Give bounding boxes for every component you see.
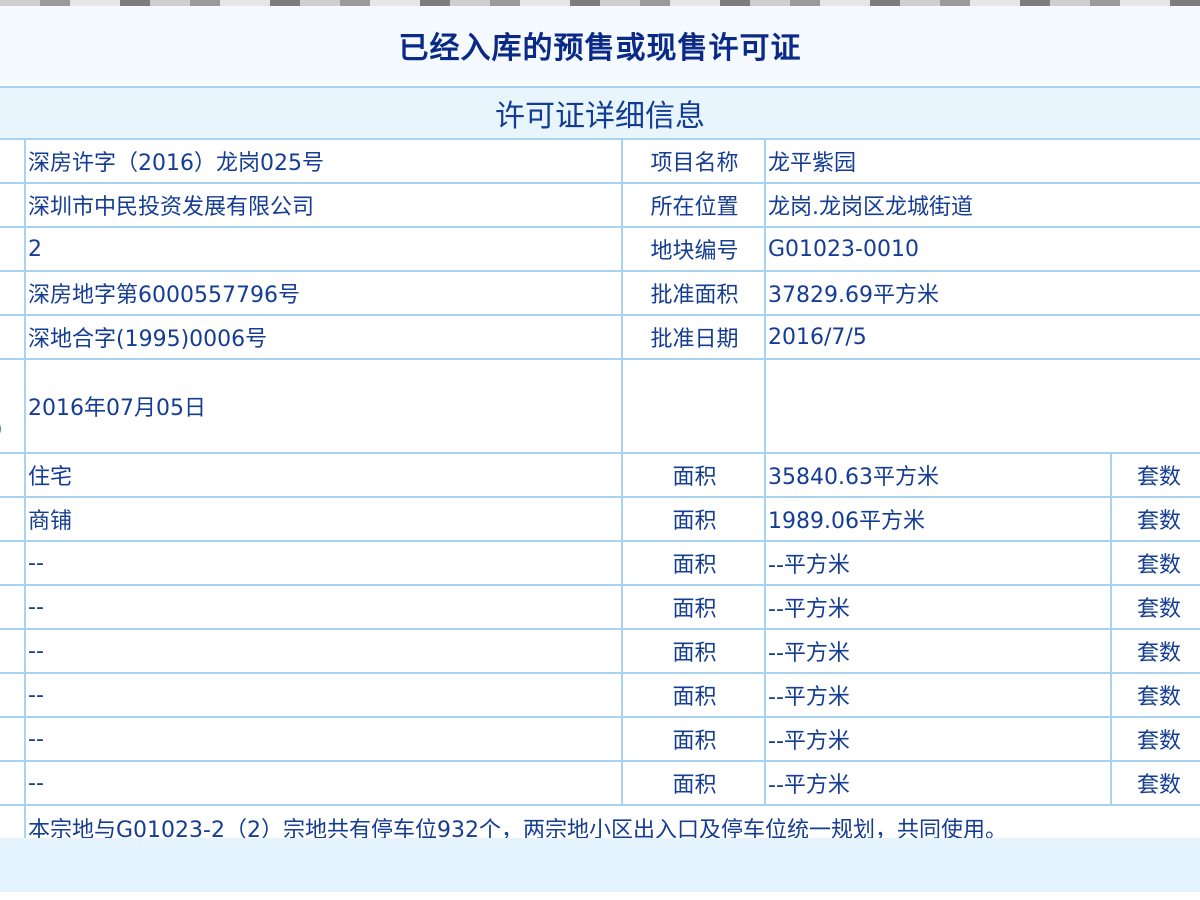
area-value: --平方米 <box>764 672 1112 718</box>
permit-number-value: 深房许字（2016）龙岗025号 <box>24 138 623 184</box>
usage-type: -- <box>24 716 623 762</box>
parcel-number-value: G01023-0010 <box>763 226 1200 272</box>
approved-area-value: 37829.69平方米 <box>763 270 1200 316</box>
area-value: --平方米 <box>764 628 1112 674</box>
section-title: 许可证详细信息 <box>0 86 1200 140</box>
row-label-cell <box>0 496 26 542</box>
building-count-value: 2 <box>24 226 623 272</box>
table-row: 深房许字（2016）龙岗025号 项目名称 龙平紫园 <box>0 138 1200 184</box>
table-row: 2 地块编号 G01023-0010 <box>0 226 1200 272</box>
approval-date-value: 2016/7/5 <box>763 314 1200 360</box>
usage-type: -- <box>24 628 623 674</box>
row-label-cell <box>0 452 26 498</box>
units-label: 套数 <box>1109 628 1200 674</box>
area-label: 面积 <box>621 540 766 586</box>
area-label: 面积 <box>621 716 766 762</box>
permit-detail-table: 深房许字（2016）龙岗025号 项目名称 龙平紫园 深圳市中民投资发展有限公司… <box>0 138 1200 852</box>
empty-cell <box>763 358 1200 454</box>
row-label-cell: ) <box>0 358 26 454</box>
usage-row: 商铺 面积 1989.06平方米 套数 <box>0 496 1200 542</box>
area-value: --平方米 <box>764 584 1112 630</box>
location-label: 所在位置 <box>621 182 766 228</box>
usage-row: -- 面积 --平方米 套数 <box>0 584 1200 630</box>
row-label-cell <box>0 270 26 316</box>
area-label: 面积 <box>621 496 766 542</box>
units-label: 套数 <box>1109 760 1200 806</box>
units-label: 套数 <box>1109 672 1200 718</box>
table-row: 深房地字第6000557796号 批准面积 37829.69平方米 <box>0 270 1200 316</box>
usage-type: -- <box>24 760 623 806</box>
units-label: 套数 <box>1109 496 1200 542</box>
units-label: 套数 <box>1109 584 1200 630</box>
row-label-cell <box>0 716 26 762</box>
page-title: 已经入库的预售或现售许可证 <box>0 6 1200 84</box>
land-contract-value: 深地合字(1995)0006号 <box>24 314 623 360</box>
row-label-cell <box>0 584 26 630</box>
area-value: --平方米 <box>764 716 1112 762</box>
row-label-cell <box>0 672 26 718</box>
approval-date-label: 批准日期 <box>621 314 766 360</box>
developer-value: 深圳市中民投资发展有限公司 <box>24 182 623 228</box>
area-label: 面积 <box>621 672 766 718</box>
usage-type: -- <box>24 672 623 718</box>
row-label-cell <box>0 628 26 674</box>
approved-area-label: 批准面积 <box>621 270 766 316</box>
usage-type: 商铺 <box>24 496 623 542</box>
area-value: 35840.63平方米 <box>764 452 1112 498</box>
project-name-value: 龙平紫园 <box>763 138 1200 184</box>
usage-row: -- 面积 --平方米 套数 <box>0 760 1200 806</box>
table-row: 深圳市中民投资发展有限公司 所在位置 龙岗.龙岗区龙城街道 <box>0 182 1200 228</box>
usage-type: -- <box>24 540 623 586</box>
row-label-cell <box>0 138 26 184</box>
parcel-number-label: 地块编号 <box>621 226 766 272</box>
usage-type: -- <box>24 584 623 630</box>
units-label: 套数 <box>1109 540 1200 586</box>
table-row: ) 2016年07月05日 <box>0 358 1200 454</box>
units-label: 套数 <box>1109 452 1200 498</box>
area-label: 面积 <box>621 584 766 630</box>
land-certificate-value: 深房地字第6000557796号 <box>24 270 623 316</box>
empty-cell <box>621 358 766 454</box>
usage-row: 住宅 面积 35840.63平方米 套数 <box>0 452 1200 498</box>
units-label: 套数 <box>1109 716 1200 762</box>
row-label-cell <box>0 314 26 360</box>
table-row: 深地合字(1995)0006号 批准日期 2016/7/5 <box>0 314 1200 360</box>
area-value: --平方米 <box>764 760 1112 806</box>
area-label: 面积 <box>621 760 766 806</box>
usage-row: -- 面积 --平方米 套数 <box>0 540 1200 586</box>
area-label: 面积 <box>621 628 766 674</box>
usage-type: 住宅 <box>24 452 623 498</box>
location-value: 龙岗.龙岗区龙城街道 <box>763 182 1200 228</box>
area-value: --平方米 <box>764 540 1112 586</box>
footer-bar <box>0 838 1200 892</box>
issue-date-value: 2016年07月05日 <box>24 358 623 454</box>
row-label-cell <box>0 760 26 806</box>
area-value: 1989.06平方米 <box>764 496 1112 542</box>
project-name-label: 项目名称 <box>621 138 766 184</box>
area-label: 面积 <box>621 452 766 498</box>
usage-row: -- 面积 --平方米 套数 <box>0 716 1200 762</box>
row-label-cell <box>0 226 26 272</box>
row-label-cell <box>0 540 26 586</box>
row-label-cell <box>0 182 26 228</box>
usage-row: -- 面积 --平方米 套数 <box>0 672 1200 718</box>
usage-row: -- 面积 --平方米 套数 <box>0 628 1200 674</box>
